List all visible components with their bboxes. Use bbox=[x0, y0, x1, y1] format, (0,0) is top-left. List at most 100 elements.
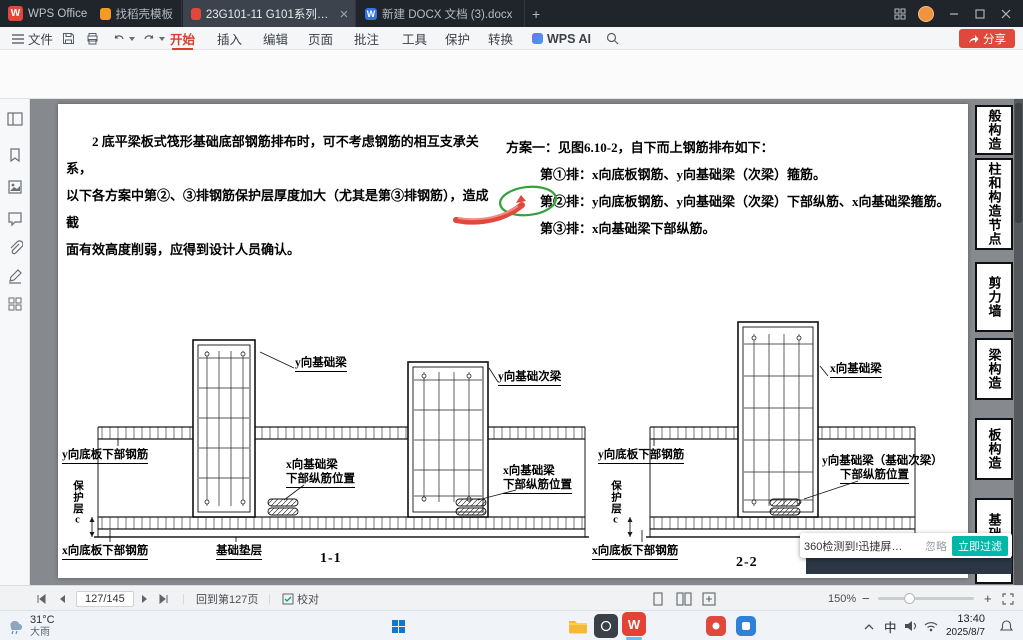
label-y-slab-rebar-1: y向底板下部钢筋 bbox=[62, 446, 149, 464]
panel-toggle-icon[interactable] bbox=[7, 111, 23, 132]
share-button[interactable]: 分享 bbox=[959, 29, 1015, 48]
status-first-page-icon[interactable] bbox=[36, 586, 47, 611]
docx-tab-label: 新建 DOCX 文档 (3).docx bbox=[382, 8, 513, 21]
back-to-page-link[interactable]: 回到第127页 bbox=[196, 586, 258, 611]
network-icon[interactable] bbox=[924, 611, 938, 640]
tab-home[interactable]: 开始 bbox=[166, 27, 199, 50]
print-icon[interactable] bbox=[82, 27, 103, 50]
label-y-foundation-beam: y向基础梁 bbox=[295, 354, 347, 372]
maximize-button[interactable] bbox=[967, 0, 993, 27]
new-tab-button[interactable]: + bbox=[532, 0, 540, 27]
signature-pen-icon[interactable] bbox=[7, 268, 23, 289]
pdf-document-tab[interactable]: 23G101-11 G101系列图集常… bbox=[183, 0, 356, 27]
tab-tools[interactable]: 工具 bbox=[398, 27, 431, 50]
tab-comment[interactable]: 批注 bbox=[350, 27, 383, 50]
taskbar-app-icon-2[interactable] bbox=[594, 611, 618, 640]
zoom-slider-thumb[interactable] bbox=[904, 593, 915, 604]
popup-message: 360检测到!迅捷屏… bbox=[804, 540, 903, 553]
taskbar-app-folder[interactable] bbox=[566, 611, 590, 640]
start-button[interactable] bbox=[392, 611, 405, 640]
edge-tab-general: 般构造 bbox=[975, 105, 1013, 155]
notification-bell-icon[interactable] bbox=[1000, 611, 1013, 640]
tray-date: 2025/8/7 bbox=[946, 626, 985, 638]
temperature: 31°C bbox=[30, 613, 55, 626]
docer-template-tab[interactable]: 找稻壳模板 bbox=[92, 0, 182, 27]
status-page-indicator[interactable]: 127/145 bbox=[76, 586, 134, 611]
tab-page[interactable]: 页面 bbox=[304, 27, 337, 50]
pdf-page: 2 底平梁板式筏形基础底部钢筋排布时，可不考虑钢筋的相互支承关系， 以下各方案中… bbox=[58, 104, 968, 578]
view-single-icon[interactable] bbox=[652, 586, 664, 611]
close-tab-icon[interactable] bbox=[340, 10, 347, 18]
menubar: 文件 开始 插入 编辑 页面 批注 工具 保护 转换 WPS AI 分享 bbox=[0, 27, 1023, 50]
zoom-slider[interactable] bbox=[878, 586, 974, 611]
close-button[interactable] bbox=[993, 0, 1019, 27]
save-icon[interactable] bbox=[58, 27, 79, 50]
docer-icon bbox=[100, 7, 111, 20]
volume-icon[interactable] bbox=[904, 611, 918, 640]
security-popup: 360检测到!迅捷屏… 忽略 立即过滤 bbox=[800, 533, 1012, 558]
word-file-icon: W bbox=[365, 7, 377, 20]
stamp-grid-icon[interactable] bbox=[7, 296, 23, 317]
status-next-page-icon[interactable] bbox=[140, 586, 149, 611]
tray-chevron-icon[interactable] bbox=[864, 611, 874, 640]
taskbar-app-wps[interactable]: W bbox=[622, 611, 646, 640]
pdf-file-icon bbox=[191, 7, 201, 20]
annotation-sidebar bbox=[0, 99, 30, 585]
edge-tab-column: 柱和构造节点 bbox=[975, 158, 1013, 250]
red-arrow-annotation bbox=[453, 195, 526, 225]
tab-edit[interactable]: 编辑 bbox=[259, 27, 292, 50]
attachment-icon[interactable] bbox=[7, 240, 24, 261]
status-last-page-icon[interactable] bbox=[158, 586, 169, 611]
minimize-button[interactable] bbox=[941, 0, 967, 27]
clock-widget[interactable]: 13:40 2025/8/7 bbox=[946, 611, 985, 640]
label-x-beam-pos2-line2: 下部纵筋位置 bbox=[503, 476, 572, 494]
titlebar: W WPS Office 找稻壳模板 23G101-11 G101系列图集常… … bbox=[0, 0, 1023, 27]
proofread-button[interactable]: 校对 bbox=[282, 586, 319, 611]
taskbar-app-icon-5[interactable] bbox=[736, 611, 756, 640]
label-x-beam-pos1-line2: 下部纵筋位置 bbox=[286, 470, 355, 488]
zoom-minus-button[interactable]: − bbox=[862, 586, 870, 611]
popup-action-button[interactable]: 立即过滤 bbox=[952, 535, 1008, 556]
caption-section-1-1: 1-1 bbox=[320, 551, 342, 566]
weather-widget[interactable]: 31°C 大雨 bbox=[6, 611, 55, 640]
wps-pdf-window: W WPS Office 找稻壳模板 23G101-11 G101系列图集常… … bbox=[0, 0, 1023, 640]
thumbnail-icon[interactable] bbox=[7, 179, 23, 200]
tab-insert[interactable]: 插入 bbox=[213, 27, 246, 50]
fullscreen-icon[interactable] bbox=[1002, 586, 1014, 611]
comment-icon[interactable] bbox=[7, 211, 23, 232]
taskbar-app-icon-4[interactable] bbox=[706, 611, 726, 640]
wps-logo-icon: W bbox=[8, 6, 23, 21]
notification-dark-bar bbox=[806, 558, 1012, 574]
tab-convert[interactable]: 转换 bbox=[484, 27, 517, 50]
redo-icon[interactable] bbox=[138, 27, 169, 50]
label-x-foundation-beam: x向基础梁 bbox=[830, 360, 882, 378]
zoom-plus-button[interactable]: + bbox=[984, 586, 992, 611]
ime-indicator[interactable]: 中 bbox=[884, 611, 897, 640]
workspace-grid-icon[interactable] bbox=[887, 0, 913, 27]
tab-protect[interactable]: 保护 bbox=[441, 27, 474, 50]
label-y-slab-rebar-2: y向底板下部钢筋 bbox=[598, 446, 685, 464]
tray-time: 13:40 bbox=[957, 613, 985, 626]
undo-icon[interactable] bbox=[108, 27, 139, 50]
view-fit-icon[interactable] bbox=[702, 586, 716, 611]
scrollbar-thumb[interactable] bbox=[1015, 103, 1022, 223]
user-avatar[interactable] bbox=[913, 0, 939, 27]
bookmark-icon[interactable] bbox=[7, 147, 23, 168]
edge-tab-slab: 板构造 bbox=[975, 418, 1013, 480]
label-cover-1: 保护层c bbox=[72, 480, 83, 527]
label-y-beam-pos-line2: 下部纵筋位置 bbox=[840, 466, 909, 484]
document-area: 2 底平梁板式筏形基础底部钢筋排布时，可不考虑钢筋的相互支承关系， 以下各方案中… bbox=[0, 99, 1023, 585]
windows-taskbar: 31°C 大雨 搜索 W bbox=[0, 610, 1023, 640]
tab-wps-ai[interactable]: WPS AI bbox=[528, 27, 595, 50]
edge-tab-beam: 梁构造 bbox=[975, 338, 1013, 400]
proofread-icon bbox=[282, 593, 294, 604]
status-prev-page-icon[interactable] bbox=[58, 586, 67, 611]
label-bedding-1: 基础垫层 bbox=[216, 542, 262, 560]
file-menu[interactable]: 文件 bbox=[8, 27, 57, 50]
label-cover-2: 保护层c bbox=[610, 480, 621, 527]
docx-document-tab[interactable]: W 新建 DOCX 文档 (3).docx bbox=[357, 0, 525, 27]
wps-home-tab[interactable]: W WPS Office bbox=[8, 0, 87, 27]
view-double-icon[interactable] bbox=[676, 586, 692, 611]
popup-ignore-button[interactable]: 忽略 bbox=[925, 538, 947, 554]
menubar-search-icon[interactable] bbox=[602, 27, 623, 50]
